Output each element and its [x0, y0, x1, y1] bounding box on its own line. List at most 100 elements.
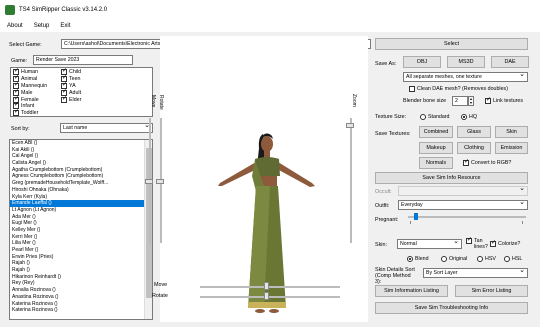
move-horizontal-thumb[interactable]: [264, 282, 269, 290]
select-button[interactable]: Select: [375, 38, 528, 50]
save-sim-info-button[interactable]: Save Sim Info Resource: [375, 172, 528, 184]
bone-size-spinner[interactable]: ▴ ▾: [468, 96, 474, 106]
blend-dot[interactable]: [407, 256, 413, 262]
sim-list-item[interactable]: Agatha Crumplebottom (Crumplebottom): [10, 167, 152, 174]
filter-checkbox-box[interactable]: [61, 95, 67, 103]
sim-model: [218, 133, 315, 313]
game-label: Game:: [11, 58, 28, 64]
blend-radio[interactable]: Blend: [407, 256, 429, 262]
sim-list-item[interactable]: Eugi Mer (): [10, 220, 152, 227]
filter-elder-checkbox[interactable]: Elder: [61, 95, 81, 103]
sim-list-item[interactable]: Hiroshi Ohnaka (Ohnaka): [10, 187, 152, 194]
menu-about[interactable]: About: [7, 23, 23, 29]
sim-list-item[interactable]: Ecen ABI (): [10, 140, 152, 147]
texture-glass-button[interactable]: Glass: [457, 126, 491, 138]
filter-toddler-checkbox[interactable]: Toddler: [13, 108, 47, 117]
main-window: TS4 SimRipper Classic v3.14.2.0 About Se…: [0, 0, 540, 327]
sim-list-item[interactable]: Pearl Mer (): [10, 247, 152, 254]
zoom-thumb[interactable]: [346, 123, 354, 128]
sim-list-item[interactable]: Cal Angel (): [10, 153, 152, 160]
clean-dae-label: Clean DAE mesh? (Removes doubles): [417, 86, 508, 92]
mesh-option-dropdown[interactable]: All separate meshes, one texture: [403, 72, 528, 82]
filter-checkbox-box[interactable]: [13, 108, 19, 117]
sim-list-item[interactable]: Ada Mer (): [10, 214, 152, 221]
sim-list-item[interactable]: Kerri Mer (): [10, 234, 152, 241]
sim-list-item[interactable]: Erwin Pries (Pries): [10, 254, 152, 261]
sim-list-item[interactable]: Emande Laeffal (): [10, 200, 152, 207]
original-dot[interactable]: [441, 256, 447, 262]
select-game-label: Select Game:: [9, 42, 42, 48]
link-textures-checkbox[interactable]: Link textures: [485, 96, 523, 104]
texture-clothing-button[interactable]: Clothing: [457, 142, 491, 154]
sort-dropdown[interactable]: Last name: [60, 123, 153, 133]
sim-list-item[interactable]: Anastina Rozinova (): [10, 294, 152, 301]
rotate-horizontal-slider[interactable]: [200, 296, 340, 298]
texture-makeup-button[interactable]: Makeup: [419, 142, 453, 154]
texture-hq-radio[interactable]: HQ: [461, 114, 477, 120]
texture-hq-label: HQ: [469, 114, 477, 120]
hsl-dot[interactable]: [504, 256, 510, 262]
pregnant-slider-thumb[interactable]: [413, 213, 418, 220]
menu-setup[interactable]: Setup: [34, 23, 50, 29]
filter-checkbox-label: Toddler: [21, 110, 39, 117]
texture-standard-radio[interactable]: Standard: [420, 114, 450, 120]
sim-list[interactable]: Ecen ABI () Kai Akili () Cal Angel () Calis…: [9, 139, 153, 320]
sim-list-item[interactable]: Kelley Mer (): [10, 227, 152, 234]
rotate-horizontal-thumb[interactable]: [264, 292, 269, 300]
sim-error-listing-button[interactable]: Sim Error Listing: [455, 285, 528, 297]
occult-dropdown[interactable]: [398, 186, 528, 196]
save-troubleshooting-button[interactable]: Save Sim Troubleshooting Info: [375, 302, 528, 314]
convert-rgb-box[interactable]: [463, 158, 469, 166]
sim-list-item[interactable]: Katerina Rozinova (): [10, 301, 152, 308]
tan-lines-box[interactable]: [466, 236, 472, 244]
sim-list-item[interactable]: Kai Akili (): [10, 147, 152, 154]
sim-list-item[interactable]: Annalia Rozinova (): [10, 287, 152, 294]
sim-list-item[interactable]: Rey (Rey): [10, 280, 152, 287]
original-radio[interactable]: Original: [441, 256, 467, 262]
rotate-vertical-thumb[interactable]: [156, 179, 164, 184]
outfit-dropdown[interactable]: Everyday: [398, 200, 528, 210]
texture-emission-button[interactable]: Emission: [495, 142, 528, 154]
save-ms3d-button[interactable]: MS3D: [447, 56, 485, 68]
texture-hq-dot[interactable]: [461, 114, 467, 120]
tan-lines-checkbox[interactable]: Tan lines?: [466, 236, 492, 250]
save-dae-button[interactable]: DAE: [491, 56, 529, 68]
skin-details-sort-dropdown[interactable]: By Sort Layer: [423, 268, 528, 278]
sim-list-item[interactable]: Agness Crumplebottom (Crumplebottom): [10, 173, 152, 180]
sim-list-item[interactable]: Lilia Mer (): [10, 240, 152, 247]
convert-rgb-label: Convert to RGB?: [471, 160, 512, 166]
game-name-field[interactable]: Render Save 2023: [33, 55, 133, 65]
zoom-label: Zoom: [351, 94, 357, 107]
hsl-radio[interactable]: HSL: [504, 256, 522, 262]
hsv-dot[interactable]: [477, 256, 483, 262]
sim-list-item[interactable]: Calista Angel (): [10, 160, 152, 167]
sim-info-listing-button[interactable]: Sim Information Listing: [375, 285, 448, 297]
convert-rgb-checkbox[interactable]: Convert to RGB?: [463, 158, 512, 166]
colorize-checkbox[interactable]: Colorize?: [490, 239, 520, 247]
sim-3d-viewport[interactable]: [160, 36, 368, 322]
blender-bone-size-field[interactable]: 2: [452, 96, 468, 106]
move-vertical-thumb[interactable]: [145, 179, 153, 184]
sim-list-item[interactable]: Greg (premadeHouseholdTemplate_Wolff...: [10, 180, 152, 187]
texture-combined-button[interactable]: Combined: [419, 126, 453, 138]
clean-dae-box[interactable]: [409, 86, 415, 92]
move-horizontal-slider[interactable]: [200, 286, 340, 288]
menu-exit[interactable]: Exit: [60, 23, 70, 29]
save-obj-button[interactable]: OBJ: [403, 56, 441, 68]
link-textures-box[interactable]: [485, 96, 491, 104]
sim-list-item[interactable]: Katerina Rozinova (): [10, 307, 152, 314]
texture-standard-dot[interactable]: [420, 114, 426, 120]
pregnant-slider[interactable]: [408, 216, 526, 218]
colorize-box[interactable]: [490, 239, 496, 247]
sim-list-item[interactable]: Lt Agnon (Lt Agnon): [10, 207, 152, 214]
clean-dae-checkbox[interactable]: Clean DAE mesh? (Removes doubles): [409, 86, 508, 92]
zoom-slider[interactable]: [350, 118, 352, 243]
sim-list-item[interactable]: Hikarinon Reinhardt (): [10, 274, 152, 281]
hsv-radio[interactable]: HSV: [477, 256, 496, 262]
sim-list-item[interactable]: Rajah (): [10, 260, 152, 267]
texture-skin-button[interactable]: Skin: [495, 126, 528, 138]
texture-normals-button[interactable]: Normals: [419, 157, 453, 169]
sim-list-item[interactable]: Rajah (): [10, 267, 152, 274]
sim-list-item[interactable]: Kyla Kerr (Kyla): [10, 194, 152, 201]
skin-dropdown[interactable]: Normal: [397, 239, 462, 249]
